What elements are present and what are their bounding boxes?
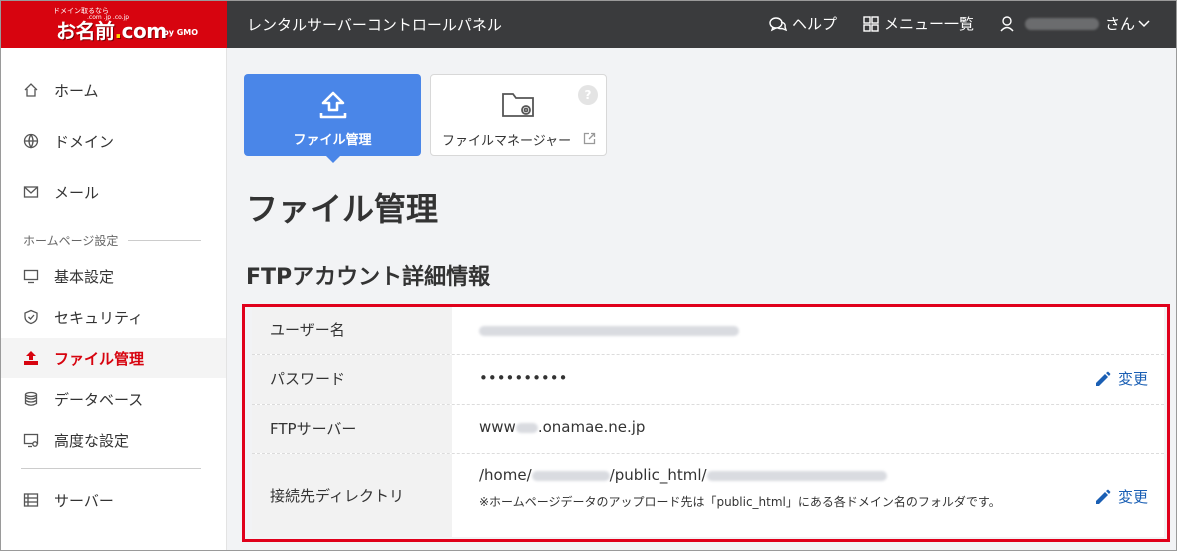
sidebar-item-advanced-settings[interactable]: 高度な設定: [1, 420, 226, 460]
user-icon: [1000, 15, 1014, 31]
logo-gmo: by GMO: [163, 28, 199, 37]
table-row: パスワード •••••••••• 変更: [252, 355, 1164, 405]
password-value: ••••••••••: [479, 369, 568, 387]
sidebar-item-security[interactable]: セキュリティ: [1, 297, 226, 337]
sidebar-item-database[interactable]: データベース: [1, 379, 226, 419]
table-row: FTPサーバー www .onamae.ne.jp: [252, 405, 1164, 454]
page-title: ファイル管理: [246, 190, 439, 228]
folder-gear-icon: [502, 93, 534, 117]
help-link[interactable]: ヘルプ: [769, 13, 837, 34]
grid-icon: [863, 15, 879, 32]
directory-edit-button[interactable]: 変更: [1095, 486, 1148, 507]
external-link-icon: [583, 132, 596, 145]
username-redacted: [479, 325, 739, 336]
row-label-cell: 接続先ディレクトリ: [252, 454, 452, 537]
password-edit-button[interactable]: 変更: [1095, 368, 1148, 389]
sidebar-item-label: 基本設定: [54, 268, 115, 286]
sidebar-divider: [21, 468, 201, 469]
app-title: レンタルサーバーコントロールパネル: [247, 16, 502, 34]
sidebar-section-homepage: ホームページ設定: [23, 232, 201, 249]
upload-icon: [24, 351, 38, 365]
monitor-icon: [23, 269, 39, 284]
server-redacted: [515, 422, 538, 433]
sidebar-item-label: ドメイン: [54, 133, 115, 151]
directory-redacted: [531, 470, 610, 481]
sidebar-item-domain[interactable]: ドメイン: [1, 121, 226, 161]
www-globe-icon: [23, 133, 39, 149]
tab-file-management[interactable]: ファイル管理: [244, 74, 421, 163]
ftp-server-value: www .onamae.ne.jp: [479, 418, 646, 436]
user-suffix: さん: [1105, 15, 1136, 33]
user-menu[interactable]: さん: [1000, 13, 1155, 34]
sidebar-item-label: 高度な設定: [54, 432, 130, 450]
top-bar: ドメイン取るなら .com .jp .co.jp お名前.com by GMO …: [1, 1, 1176, 48]
shield-icon: [24, 309, 38, 325]
sidebar-item-file-management[interactable]: ファイル管理: [1, 338, 226, 378]
monitor-gear-icon: [23, 433, 39, 448]
ftp-server-label: FTPサーバー: [270, 420, 357, 438]
sidebar-item-basic-settings[interactable]: 基本設定: [1, 256, 226, 296]
ftp-account-table: ユーザー名 パスワード •••••••••• 変更 FTPサーバー www .on…: [252, 306, 1164, 537]
sidebar-item-mail[interactable]: メール: [1, 172, 226, 212]
directory-note: ※ホームページデータのアップロード先は「public_html」にある各ドメイン…: [479, 495, 1001, 509]
menu-list-link[interactable]: メニュー一覧: [863, 13, 974, 34]
sidebar-item-label: ファイル管理: [54, 350, 145, 368]
sidebar-item-label: サーバー: [54, 492, 114, 510]
directory-label: 接続先ディレクトリ: [270, 487, 404, 505]
menu-label: メニュー一覧: [884, 15, 975, 33]
row-label-cell: FTPサーバー: [252, 405, 452, 453]
directory-value: /home//public_html/: [479, 466, 887, 484]
logo-mark: お名前.com: [56, 19, 167, 43]
chevron-down-icon: [1138, 19, 1150, 27]
chat-help-icon: [769, 16, 787, 31]
section-title: FTPアカウント詳細情報: [246, 265, 491, 290]
server-list-icon: [23, 493, 39, 507]
password-label: パスワード: [270, 370, 346, 388]
table-row: 接続先ディレクトリ /home//public_html/ ※ホームページデータ…: [252, 454, 1164, 537]
sidebar-item-label: データベース: [54, 391, 144, 409]
app-frame: ドメイン取るなら .com .jp .co.jp お名前.com by GMO …: [0, 0, 1177, 551]
pencil-icon: [1096, 371, 1111, 386]
sidebar-item-label: ホーム: [54, 82, 99, 100]
tab-file-manager[interactable]: ? ファイルマネージャー: [430, 74, 607, 156]
sidebar: ホーム ドメイン メール ホームページ設定 基本設定 セキュリティ ファイル管理…: [1, 48, 227, 550]
database-icon: [24, 391, 38, 406]
mail-icon: [23, 186, 39, 198]
edit-label: 変更: [1118, 488, 1149, 506]
username-value: [479, 321, 739, 339]
sidebar-item-server[interactable]: サーバー: [1, 480, 226, 520]
edit-label: 変更: [1118, 370, 1149, 388]
brand-logo[interactable]: ドメイン取るなら .com .jp .co.jp お名前.com by GMO: [1, 1, 227, 48]
sidebar-item-label: セキュリティ: [54, 309, 144, 327]
domain-redacted: [706, 470, 887, 481]
home-icon: [24, 83, 38, 97]
row-label-cell: ユーザー名: [252, 306, 452, 354]
username-label: ユーザー名: [270, 321, 345, 339]
help-badge[interactable]: ?: [578, 85, 598, 105]
row-label-cell: パスワード: [252, 355, 452, 404]
pencil-icon: [1096, 489, 1111, 504]
sidebar-item-home[interactable]: ホーム: [1, 70, 226, 110]
user-name-redacted: [1025, 17, 1099, 30]
sidebar-item-label: メール: [54, 184, 100, 202]
tab-label: ファイル管理: [293, 133, 372, 148]
upload-icon: [319, 91, 347, 119]
tab-label: ファイルマネージャー: [442, 134, 572, 149]
table-row: ユーザー名: [252, 306, 1164, 355]
help-label: ヘルプ: [792, 15, 838, 33]
